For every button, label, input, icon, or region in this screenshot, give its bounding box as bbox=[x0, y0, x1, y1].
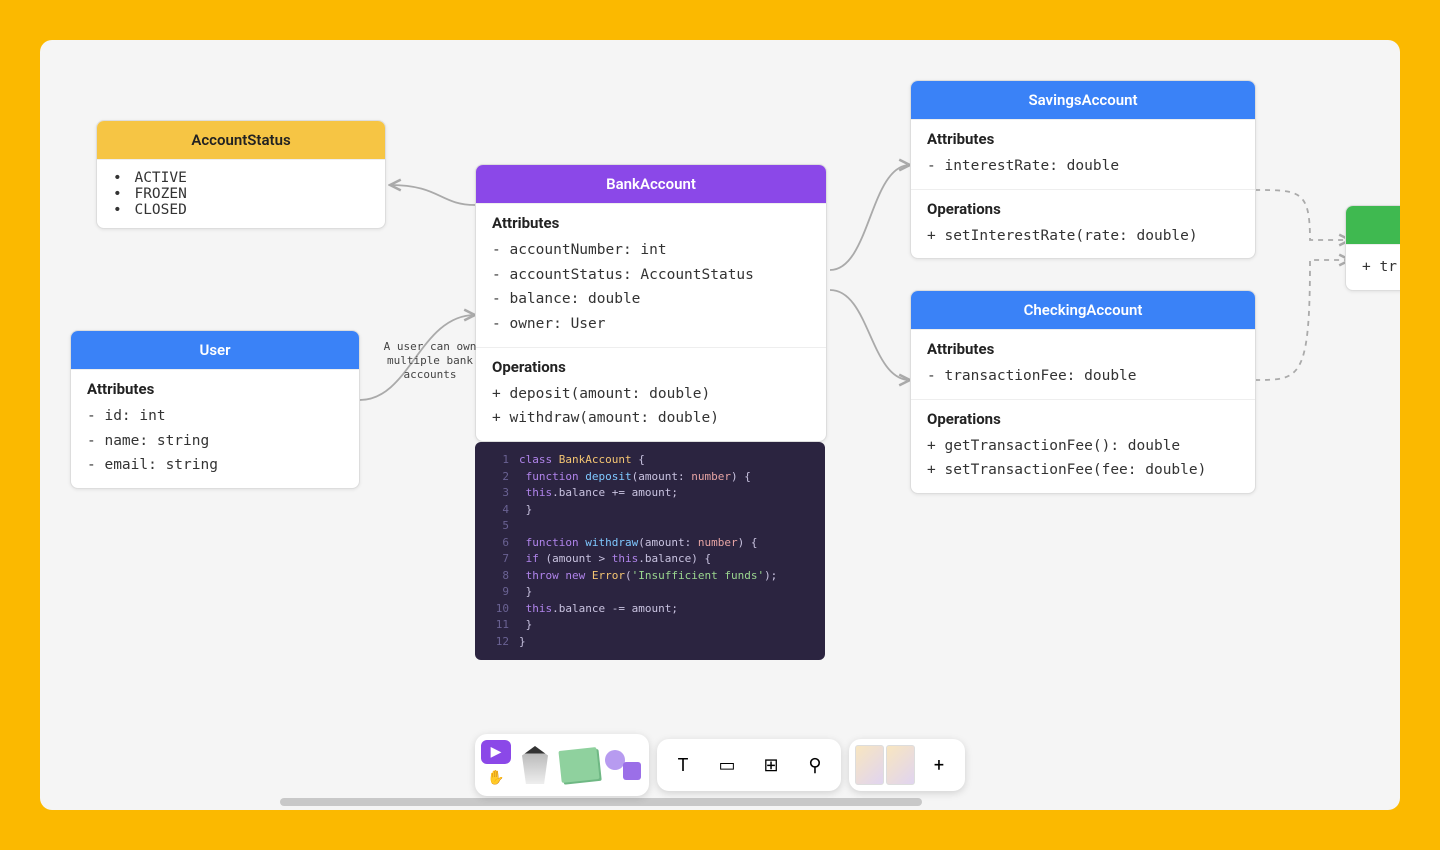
sticky-note-icon bbox=[558, 747, 599, 783]
table-icon: ⊞ bbox=[763, 755, 778, 776]
plus-icon: + bbox=[934, 755, 944, 776]
toolbar: ▶ ✋ T ▭ ⊞ ⚲ + bbox=[475, 734, 965, 796]
edge-label-user-bankaccount: A user can own multiple bank accounts bbox=[370, 340, 490, 381]
code-block[interactable]: 1class BankAccount {2 function deposit(a… bbox=[475, 442, 825, 660]
enum-item: FROZEN bbox=[113, 186, 369, 202]
templates-icon bbox=[855, 745, 915, 785]
attr-line: - interestRate: double bbox=[927, 154, 1239, 179]
attr-line: - transactionFee: double bbox=[927, 364, 1239, 389]
text-icon: T bbox=[678, 755, 689, 776]
node-title: User bbox=[71, 331, 359, 369]
hand-icon: ✋ bbox=[487, 770, 504, 786]
node-title: BankAccount bbox=[476, 165, 826, 203]
section-tool[interactable]: ▭ bbox=[707, 745, 747, 785]
text-tool[interactable]: T bbox=[663, 745, 703, 785]
scrollbar-thumb[interactable] bbox=[280, 798, 922, 806]
op-line: + deposit(amount: double) bbox=[492, 382, 810, 407]
stamp-icon: ⚲ bbox=[808, 755, 821, 776]
shapes-tool[interactable] bbox=[603, 745, 643, 785]
section-operations-label: Operations bbox=[927, 410, 1239, 428]
shapes-icon bbox=[605, 750, 641, 780]
attr-line: - accountStatus: AccountStatus bbox=[492, 263, 810, 288]
section-attributes-label: Attributes bbox=[927, 340, 1239, 358]
node-checking-account[interactable]: CheckingAccount Attributes - transaction… bbox=[910, 290, 1256, 494]
table-tool[interactable]: ⊞ bbox=[751, 745, 791, 785]
templates-button[interactable] bbox=[855, 745, 915, 785]
op-line: + setTransactionFee(fee: double) bbox=[927, 458, 1239, 483]
op-line: + withdraw(amount: double) bbox=[492, 406, 810, 431]
tool-group-templates: + bbox=[849, 739, 965, 791]
attr-line: - balance: double bbox=[492, 287, 810, 312]
node-partial-green[interactable]: + tr bbox=[1345, 205, 1400, 291]
section-operations-label: Operations bbox=[927, 200, 1239, 218]
sticky-note-tool[interactable] bbox=[559, 745, 599, 785]
tool-group-primary: ▶ ✋ bbox=[475, 734, 649, 796]
section-operations-label: Operations bbox=[492, 358, 810, 376]
pen-icon bbox=[522, 746, 548, 784]
op-line: + tr bbox=[1362, 255, 1400, 280]
node-title: CheckingAccount bbox=[911, 291, 1255, 329]
section-icon: ▭ bbox=[718, 755, 735, 776]
pen-tool[interactable] bbox=[515, 745, 555, 785]
section-attributes-label: Attributes bbox=[87, 380, 343, 398]
node-user[interactable]: User Attributes - id: int - name: string… bbox=[70, 330, 360, 489]
hand-tool[interactable]: ✋ bbox=[481, 766, 511, 790]
node-title: SavingsAccount bbox=[911, 81, 1255, 119]
horizontal-scrollbar[interactable] bbox=[280, 798, 1350, 806]
cursor-icon: ▶ bbox=[491, 744, 502, 760]
attr-line: - id: int bbox=[87, 404, 343, 429]
attr-line: - name: string bbox=[87, 429, 343, 454]
attr-line: - accountNumber: int bbox=[492, 238, 810, 263]
attr-line: - email: string bbox=[87, 453, 343, 478]
node-bank-account[interactable]: BankAccount Attributes - accountNumber: … bbox=[475, 164, 827, 442]
enum-item: ACTIVE bbox=[113, 170, 369, 186]
tool-group-secondary: T ▭ ⊞ ⚲ bbox=[657, 739, 841, 791]
section-attributes-label: Attributes bbox=[492, 214, 810, 232]
diagram-canvas[interactable]: AccountStatus ACTIVE FROZEN CLOSED User … bbox=[40, 40, 1400, 810]
enum-list: ACTIVE FROZEN CLOSED bbox=[113, 170, 369, 218]
node-account-status[interactable]: AccountStatus ACTIVE FROZEN CLOSED bbox=[96, 120, 386, 229]
op-line: + setInterestRate(rate: double) bbox=[927, 224, 1239, 249]
node-title: AccountStatus bbox=[97, 121, 385, 159]
op-line: + getTransactionFee(): double bbox=[927, 434, 1239, 459]
add-tool-button[interactable]: + bbox=[919, 745, 959, 785]
select-tool[interactable]: ▶ bbox=[481, 740, 511, 764]
node-title bbox=[1346, 206, 1400, 244]
enum-item: CLOSED bbox=[113, 202, 369, 218]
section-attributes-label: Attributes bbox=[927, 130, 1239, 148]
node-savings-account[interactable]: SavingsAccount Attributes - interestRate… bbox=[910, 80, 1256, 259]
attr-line: - owner: User bbox=[492, 312, 810, 337]
stamp-tool[interactable]: ⚲ bbox=[795, 745, 835, 785]
